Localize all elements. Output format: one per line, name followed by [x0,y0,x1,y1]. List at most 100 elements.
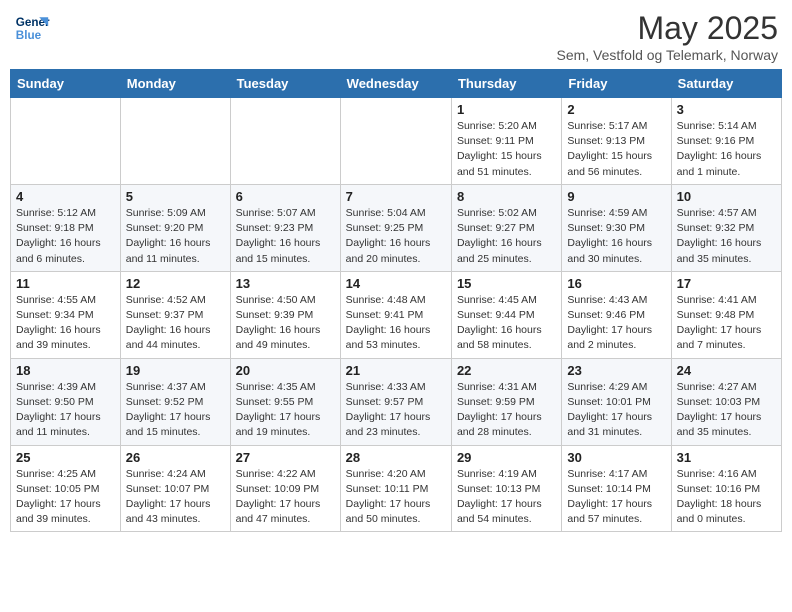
week-row-1: 1 Sunrise: 5:20 AMSunset: 9:11 PMDaylight… [11,98,782,185]
day-number: 7 [346,189,446,204]
week-row-5: 25 Sunrise: 4:25 AMSunset: 10:05 PMDaylig… [11,445,782,532]
day-number: 8 [457,189,556,204]
title-block: May 2025 Sem, Vestfold og Telemark, Norw… [556,10,778,63]
day-number: 3 [677,102,776,117]
calendar-cell: 28Sunrise: 4:20 AMSunset: 10:11 PMDaylig… [340,445,451,532]
calendar-cell: 19Sunrise: 4:37 AMSunset: 9:52 PMDayligh… [120,358,230,445]
calendar-cell: 13 Sunrise: 4:50 AMSunset: 9:39 PMDayligh… [230,271,340,358]
svg-text:Blue: Blue [16,29,42,42]
calendar-cell: 9Sunrise: 4:59 AMSunset: 9:30 PMDaylight… [562,184,671,271]
day-number: 23 [567,363,665,378]
day-info: Sunrise: 5:04 AMSunset: 9:25 PMDaylight:… [346,206,446,267]
day-info: Sunrise: 5:20 AMSunset: 9:11 PMDaylight:… [457,119,556,180]
weekday-header-row: SundayMondayTuesdayWednesdayThursdayFrid… [11,70,782,98]
day-info: Sunrise: 4:31 AMSunset: 9:59 PMDaylight:… [457,380,556,441]
month-title: May 2025 [556,10,778,47]
calendar-cell: 16Sunrise: 4:43 AMSunset: 9:46 PMDayligh… [562,271,671,358]
day-info: Sunrise: 5:14 AMSunset: 9:16 PMDaylight:… [677,119,776,180]
day-info: Sunrise: 4:55 AMSunset: 9:34 PMDaylight:… [16,293,115,354]
calendar-cell: 11Sunrise: 4:55 AMSunset: 9:34 PMDayligh… [11,271,121,358]
weekday-header-wednesday: Wednesday [340,70,451,98]
weekday-header-friday: Friday [562,70,671,98]
day-info: Sunrise: 4:17 AMSunset: 10:14 PMDaylight… [567,467,665,528]
calendar-cell: 18 Sunrise: 4:39 AMSunset: 9:50 PMDayligh… [11,358,121,445]
day-number: 2 [567,102,665,117]
day-number: 1 [457,102,556,117]
week-row-4: 18 Sunrise: 4:39 AMSunset: 9:50 PMDayligh… [11,358,782,445]
day-number: 5 [126,189,225,204]
page-header: General Blue May 2025 Sem, Vestfold og T… [10,10,782,63]
calendar-cell: 20 Sunrise: 4:35 AMSunset: 9:55 PMDayligh… [230,358,340,445]
day-number: 20 [236,363,335,378]
location-subtitle: Sem, Vestfold og Telemark, Norway [556,47,778,63]
day-number: 26 [126,450,225,465]
calendar-cell: 6Sunrise: 5:07 AMSunset: 9:23 PMDaylight… [230,184,340,271]
calendar-cell: 10 Sunrise: 4:57 AMSunset: 9:32 PMDayligh… [671,184,781,271]
calendar-cell: 15 Sunrise: 4:45 AMSunset: 9:44 PMDayligh… [451,271,561,358]
day-info: Sunrise: 5:02 AMSunset: 9:27 PMDaylight:… [457,206,556,267]
day-info: Sunrise: 5:12 AMSunset: 9:18 PMDaylight:… [16,206,115,267]
day-number: 29 [457,450,556,465]
day-info: Sunrise: 4:16 AMSunset: 10:16 PMDaylight… [677,467,776,528]
day-info: Sunrise: 4:27 AMSunset: 10:03 PMDaylight… [677,380,776,441]
day-number: 25 [16,450,115,465]
day-number: 31 [677,450,776,465]
calendar-cell: 7 Sunrise: 5:04 AMSunset: 9:25 PMDaylight… [340,184,451,271]
day-number: 27 [236,450,335,465]
calendar-cell: 3 Sunrise: 5:14 AMSunset: 9:16 PMDaylight… [671,98,781,185]
day-number: 14 [346,276,446,291]
calendar-cell: 31 Sunrise: 4:16 AMSunset: 10:16 PMDaylig… [671,445,781,532]
day-info: Sunrise: 4:35 AMSunset: 9:55 PMDaylight:… [236,380,335,441]
day-number: 24 [677,363,776,378]
day-info: Sunrise: 4:25 AMSunset: 10:05 PMDaylight… [16,467,115,528]
weekday-header-saturday: Saturday [671,70,781,98]
day-info: Sunrise: 4:19 AMSunset: 10:13 PMDaylight… [457,467,556,528]
weekday-header-tuesday: Tuesday [230,70,340,98]
day-number: 30 [567,450,665,465]
weekday-header-thursday: Thursday [451,70,561,98]
calendar-cell: 21 Sunrise: 4:33 AMSunset: 9:57 PMDayligh… [340,358,451,445]
day-number: 13 [236,276,335,291]
day-info: Sunrise: 4:50 AMSunset: 9:39 PMDaylight:… [236,293,335,354]
calendar-cell: 12Sunrise: 4:52 AMSunset: 9:37 PMDayligh… [120,271,230,358]
calendar-cell: 30 Sunrise: 4:17 AMSunset: 10:14 PMDaylig… [562,445,671,532]
logo-icon: General Blue [14,10,50,46]
calendar-cell: 1 Sunrise: 5:20 AMSunset: 9:11 PMDaylight… [451,98,561,185]
calendar-cell [340,98,451,185]
calendar-cell: 29 Sunrise: 4:19 AMSunset: 10:13 PMDaylig… [451,445,561,532]
calendar-cell: 8 Sunrise: 5:02 AMSunset: 9:27 PMDaylight… [451,184,561,271]
day-info: Sunrise: 5:09 AMSunset: 9:20 PMDaylight:… [126,206,225,267]
calendar-cell [11,98,121,185]
calendar-cell: 5 Sunrise: 5:09 AMSunset: 9:20 PMDaylight… [120,184,230,271]
day-info: Sunrise: 4:29 AMSunset: 10:01 PMDaylight… [567,380,665,441]
calendar-table: SundayMondayTuesdayWednesdayThursdayFrid… [10,69,782,532]
weekday-header-sunday: Sunday [11,70,121,98]
calendar-cell: 17Sunrise: 4:41 AMSunset: 9:48 PMDayligh… [671,271,781,358]
day-info: Sunrise: 4:24 AMSunset: 10:07 PMDaylight… [126,467,225,528]
day-number: 17 [677,276,776,291]
day-info: Sunrise: 4:48 AMSunset: 9:41 PMDaylight:… [346,293,446,354]
day-number: 22 [457,363,556,378]
day-number: 19 [126,363,225,378]
calendar-cell: 24 Sunrise: 4:27 AMSunset: 10:03 PMDaylig… [671,358,781,445]
day-info: Sunrise: 4:45 AMSunset: 9:44 PMDaylight:… [457,293,556,354]
day-info: Sunrise: 4:57 AMSunset: 9:32 PMDaylight:… [677,206,776,267]
week-row-3: 11Sunrise: 4:55 AMSunset: 9:34 PMDayligh… [11,271,782,358]
day-info: Sunrise: 4:33 AMSunset: 9:57 PMDaylight:… [346,380,446,441]
calendar-cell: 2Sunrise: 5:17 AMSunset: 9:13 PMDaylight… [562,98,671,185]
day-number: 10 [677,189,776,204]
day-info: Sunrise: 4:59 AMSunset: 9:30 PMDaylight:… [567,206,665,267]
day-number: 18 [16,363,115,378]
calendar-cell: 22 Sunrise: 4:31 AMSunset: 9:59 PMDayligh… [451,358,561,445]
calendar-cell: 14 Sunrise: 4:48 AMSunset: 9:41 PMDayligh… [340,271,451,358]
day-info: Sunrise: 4:52 AMSunset: 9:37 PMDaylight:… [126,293,225,354]
day-info: Sunrise: 4:39 AMSunset: 9:50 PMDaylight:… [16,380,115,441]
day-number: 15 [457,276,556,291]
calendar-cell: 23 Sunrise: 4:29 AMSunset: 10:01 PMDaylig… [562,358,671,445]
day-number: 28 [346,450,446,465]
day-number: 21 [346,363,446,378]
calendar-cell: 27Sunrise: 4:22 AMSunset: 10:09 PMDaylig… [230,445,340,532]
day-number: 6 [236,189,335,204]
calendar-cell [120,98,230,185]
weekday-header-monday: Monday [120,70,230,98]
